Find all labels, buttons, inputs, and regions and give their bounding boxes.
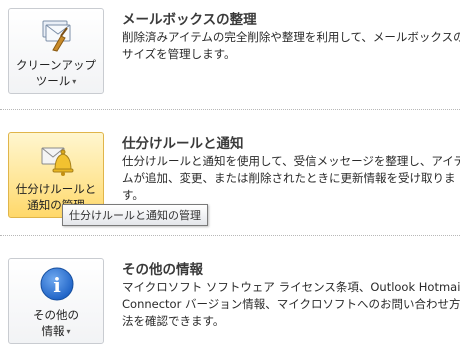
rules-alerts-icon <box>39 140 75 176</box>
cleanup-tools-button[interactable]: クリーンアップ ツール ▾ <box>8 8 104 94</box>
rules-button-label-1: 仕分けルールと <box>15 182 97 196</box>
tooltip: 仕分けルールと通知の管理 <box>62 204 208 226</box>
more-info-button[interactable]: i その他の 情報 ▾ <box>8 258 104 344</box>
dropdown-caret-icon: ▾ <box>66 327 71 336</box>
cleanup-button-label-1: クリーンアップ <box>16 58 96 72</box>
info-button-label-1: その他の <box>33 308 79 322</box>
section-title-rules-alerts: 仕分けルールと通知 <box>122 136 244 152</box>
section-desc-rules-alerts: 仕分けルールと通知を使用して、受信メッセージを整理し、アイテムが追加、変更、また… <box>122 154 460 202</box>
info-icon: i <box>39 266 75 302</box>
cleanup-button-label-2: ツール <box>35 74 71 88</box>
info-glyph: i <box>53 273 61 297</box>
section-desc-mailbox-cleanup: 削除済みアイテムの完全削除や整理を利用して、メールボックスのサイズを管理します。 <box>122 30 460 61</box>
dropdown-caret-icon: ▾ <box>72 77 77 86</box>
info-button-label-2: 情報 <box>41 324 65 338</box>
cleanup-tools-icon <box>39 16 75 52</box>
section-desc-more-info: マイクロソフト ソフトウェア ライセンス条項、Outlook Hotmail C… <box>122 280 460 328</box>
section-divider <box>0 109 460 110</box>
section-divider <box>0 235 460 236</box>
section-title-more-info: その他の情報 <box>122 262 203 278</box>
section-title-mailbox-cleanup: メールボックスの整理 <box>122 12 257 28</box>
